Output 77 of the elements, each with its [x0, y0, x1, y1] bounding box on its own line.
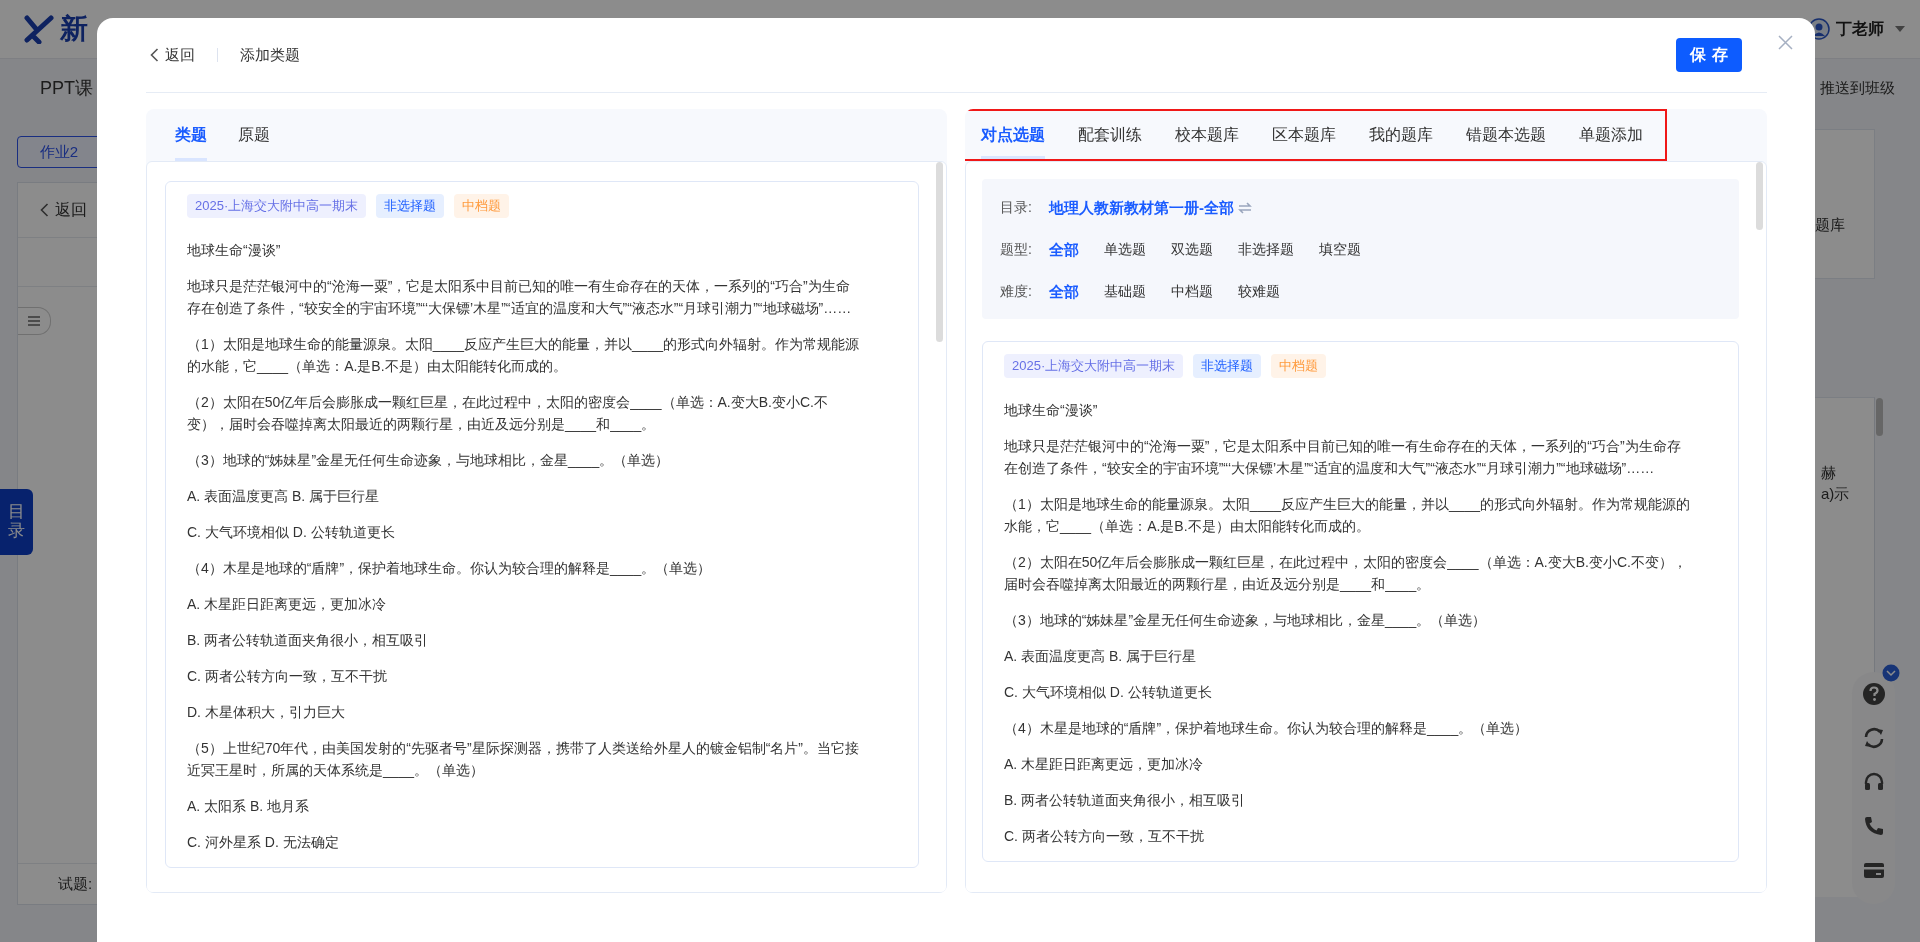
dialog-title: 添加类题 [240, 45, 300, 65]
text-fragment: a)示 [1820, 485, 1851, 504]
filter-label: 目录: [1000, 199, 1033, 217]
panel-tab[interactable]: 原题 [238, 109, 270, 161]
menu-icon[interactable] [18, 307, 51, 335]
question-text: C. 河外星系 D. 无法确定 [187, 833, 340, 852]
question-text: A. 太阳系 B. 地月系 [187, 797, 311, 816]
panel-tab[interactable]: 区本题库 [1272, 111, 1336, 159]
footer-label: 试题: [58, 874, 93, 894]
question-text: （2）太阳在50亿年后会膨胀成一颗红巨星，在此过程中，太阳的密度会____（单选：A.变大B.变小C.不变），届时会吞噬掉离太阳最近的两颗行星，由近及远分别是____和____。 [1004, 553, 1688, 594]
question-text: （1）太阳是地球生命的能量源泉。太阳____反应产生巨大的能量，并以____的形式向外辐射。作为常规能源的水能，它____（单选：A.是B.不是）由太阳能转化而成的。 [187, 335, 860, 376]
chevron-down-icon[interactable] [1882, 664, 1900, 682]
question-card[interactable] [982, 341, 1739, 862]
difficulty-tag: 中档题 [1271, 354, 1327, 378]
question-text: C. 大气环境相似 D. 公转轨道更长 [187, 523, 396, 542]
question-text: 地球生命“漫谈” [187, 241, 282, 260]
question-text: 地球生命“漫谈” [1004, 401, 1099, 420]
panel-tab[interactable]: 错题本选题 [1466, 111, 1546, 159]
question-text: D. 木星体积大，引力巨大 [187, 703, 346, 722]
question-text: C. 大气环境相似 D. 公转轨道更长 [1004, 683, 1213, 702]
back-link[interactable]: 返回 [55, 199, 87, 221]
catalog-link[interactable]: 地理人教新教材第一册-全部 [1049, 198, 1234, 218]
question-card[interactable] [165, 181, 919, 868]
question-text: C. 两者公转方向一致，互不干扰 [1004, 827, 1205, 846]
panel-tab[interactable]: 我的题库 [1369, 111, 1433, 159]
panel-tab[interactable]: 单题添加 [1579, 111, 1643, 159]
type-tag: 非选择题 [376, 194, 445, 218]
question-text: （3）地球的“姊妹星”金星无任何生命迹象，与地球相比，金星____。（单选） [1004, 611, 1488, 630]
type-tag: 非选择题 [1193, 354, 1262, 378]
question-text: A. 木星距日距离更远，更加冰冷 [1004, 755, 1205, 774]
caret-icon[interactable] [1894, 25, 1906, 33]
source-tag: 2025·上海交大附中高一期末 [187, 194, 367, 218]
filter-option[interactable]: 填空题 [1319, 240, 1361, 260]
scrollbar[interactable] [1876, 398, 1883, 436]
logo-text: 新 [60, 12, 88, 46]
filter-option[interactable]: 较难题 [1238, 282, 1280, 302]
logo-icon [24, 14, 54, 44]
difficulty-tag: 中档题 [454, 194, 510, 218]
question-text: A. 木星距日距离更远，更加冰冷 [187, 595, 388, 614]
question-text: C. 两者公转方向一致，互不干扰 [187, 667, 388, 686]
user-name[interactable]: 丁老师 [1836, 18, 1884, 40]
question-text: A. 表面温度更高 B. 属于巨行星 [187, 487, 381, 506]
back-link[interactable]: 返回 [146, 45, 195, 65]
question-text: B. 两者公转轨道面夹角很小，相互吸引 [1004, 791, 1247, 810]
question-text: A. 表面温度更高 B. 属于巨行星 [1004, 647, 1198, 666]
source-tag: 2025·上海交大附中高一期末 [1004, 354, 1184, 378]
text-fragment: 赫 [1820, 464, 1837, 483]
question-text: （4）木星是地球的“盾牌”，保护着地球生命。你认为较合理的解释是____。（单选） [1004, 719, 1530, 738]
filter-label: 难度: [1000, 283, 1033, 301]
question-text: （2）太阳在50亿年后会膨胀成一颗红巨星，在此过程中，太阳的密度会____（单选：A.变大B.变小C.不变），届时会吞噬掉离太阳最近的两颗行星，由近及远分别是____和____。 [187, 393, 829, 434]
question-text: （4）木星是地球的“盾牌”，保护着地球生命。你认为较合理的解释是____。（单选） [187, 559, 713, 578]
filter-label: 题型: [1000, 241, 1033, 259]
nav-tab[interactable]: PPT课 [40, 76, 93, 100]
library-text: 题库 [1815, 216, 1845, 233]
filter-option[interactable]: 基础题 [1104, 282, 1146, 302]
filter-option[interactable]: 双选题 [1171, 240, 1213, 260]
filter-option[interactable]: 全部 [1049, 240, 1079, 260]
scrollbar[interactable] [936, 162, 943, 342]
chevron-left-icon [150, 48, 159, 62]
push-to-class-link[interactable]: 推送到班级 [1820, 78, 1895, 98]
save-button[interactable]: 保存 [1676, 38, 1742, 72]
panel-tab[interactable]: 校本题库 [1175, 111, 1239, 159]
question-text: 地球只是茫茫银河中的“沧海一粟”，它是太阳系中目前已知的唯一有生命存在的天体，一系列的“巧合”为生命存在创造了条件，“较安全的宇宙环境”“‘大保镖’木星”“适宜的温度和大气”“液态水”“月球引潮力”“地球磁场”…… [1004, 437, 1682, 478]
catalog-side-tab[interactable]: 目录 [0, 489, 33, 555]
question-text: 地球只是茫茫银河中的“沧海一粟”，它是太阳系中目前已知的唯一有生命存在的天体，一系列的“巧合”为生命存在创造了条件，“较安全的宇宙环境”“‘大保镖’木星”“适宜的温度和大气”“液态水”“月球引潮力”“地球磁场”…… [187, 277, 853, 318]
question-text: （3）地球的“姊妹星”金星无任何生命迹象，与地球相比，金星____。（单选） [187, 451, 671, 470]
help-icon[interactable] [1861, 682, 1886, 706]
scrollbar[interactable] [1756, 162, 1763, 230]
filter-option[interactable]: 中档题 [1171, 282, 1213, 302]
filter-option[interactable]: 单选题 [1104, 240, 1146, 260]
filter-option[interactable]: 非选择题 [1238, 240, 1294, 260]
question-text: B. 两者公转轨道面夹角很小，相互吸引 [187, 631, 430, 650]
question-text: （5）上世纪70年代，由美国发射的“先驱者号”星际探测器，携带了人类送给外星人的镀金铝制“名片”。当它接近冥王星时，所属的天体系统是____。（单选） [187, 739, 860, 780]
question-text: （1）太阳是地球生命的能量源泉。太阳____反应产生巨大的能量，并以____的形式向外辐射。作为常规能源的水能，它____（单选：A.是B.不是）由太阳能转化而成的。 [1004, 495, 1692, 536]
chevron-left-icon [40, 203, 49, 217]
panel-tab[interactable]: 配套训练 [1078, 111, 1142, 159]
filter-option[interactable]: 全部 [1049, 282, 1079, 302]
